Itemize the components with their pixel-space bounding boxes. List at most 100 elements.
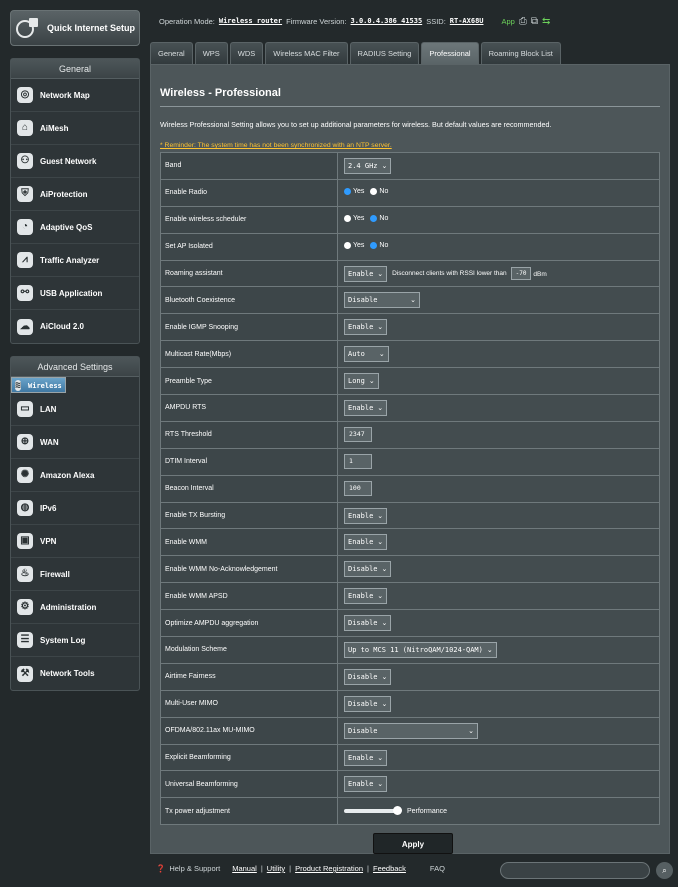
tx-bursting-select[interactable]: Enable ⌄ bbox=[344, 507, 388, 524]
bt-coexistence-select[interactable]: Disable ⌄ bbox=[344, 292, 420, 309]
sidebar-item-traffic-analyzer[interactable]: ⩘ Traffic Analyzer bbox=[11, 244, 139, 277]
footer-separator: | bbox=[367, 864, 369, 873]
ipv6-icon: ◍ bbox=[17, 500, 33, 516]
chevron-down-icon: ⌄ bbox=[381, 699, 388, 708]
chevron-down-icon: ⌄ bbox=[377, 538, 384, 547]
tab-general[interactable]: General bbox=[150, 42, 193, 64]
tab-wps[interactable]: WPS bbox=[194, 42, 228, 64]
beacon-input[interactable]: 100 bbox=[344, 481, 372, 497]
ofdma-label: OFDMA/802.11ax MU-MIMO bbox=[160, 716, 338, 745]
tab-roaming-block-list[interactable]: Roaming Block List bbox=[480, 42, 561, 64]
general-menu: General ◎ Network Map ⌂ AiMesh ⚇ Guest Netw… bbox=[10, 58, 140, 344]
sidebar-item-aimesh[interactable]: ⌂ AiMesh bbox=[11, 112, 139, 145]
sidebar-item-lan[interactable]: ▭ LAN bbox=[11, 393, 139, 426]
page-description: Wireless Professional Setting allows you… bbox=[160, 120, 552, 129]
beacon-label: Beacon Interval bbox=[160, 474, 338, 503]
usb-status-icon[interactable]: ⧉ bbox=[531, 16, 538, 27]
universal-beamforming-label: Universal Beamforming bbox=[160, 770, 338, 799]
roaming-assistant-label: Roaming assistant bbox=[160, 259, 338, 288]
dtim-label: DTIM Interval bbox=[160, 447, 338, 476]
wireless-scheduler-no[interactable]: No bbox=[370, 215, 388, 223]
sidebar-item-vpn[interactable]: ▣ VPN bbox=[11, 525, 139, 558]
title-divider bbox=[160, 106, 660, 107]
universal-beamforming-select[interactable]: Enable ⌄ bbox=[344, 776, 388, 793]
search-icon[interactable]: ⌕ bbox=[656, 862, 673, 879]
modulation-label: Modulation Scheme bbox=[160, 636, 338, 664]
slider-handle[interactable] bbox=[393, 805, 402, 815]
ssid-link[interactable]: RT-AX68U bbox=[450, 17, 484, 25]
sidebar-item-administration[interactable]: ⚙ Administration bbox=[11, 591, 139, 624]
ampdu-rts-select[interactable]: Enable ⌄ bbox=[344, 399, 388, 416]
mu-mimo-select[interactable]: Disable ⌄ bbox=[344, 695, 392, 712]
chevron-down-icon: ⌄ bbox=[410, 296, 416, 305]
manual-link[interactable]: Manual bbox=[232, 864, 257, 873]
dtim-input[interactable]: 1 bbox=[344, 454, 372, 470]
sidebar-item-ipv6[interactable]: ◍ IPv6 bbox=[11, 492, 139, 525]
sidebar-item-system-log[interactable]: ☰ System Log bbox=[11, 624, 139, 657]
ofdma-select[interactable]: Disable ⌄ bbox=[344, 722, 478, 739]
enable-radio-no[interactable]: No bbox=[370, 188, 388, 196]
sidebar-item-adaptive-qos[interactable]: ◔ Adaptive QoS bbox=[11, 211, 139, 244]
tab-professional[interactable]: Professional bbox=[421, 42, 479, 64]
network-status-icon[interactable]: ⇆ bbox=[542, 16, 550, 27]
table-row: Enable WMM No-Acknowledgement Disable ⌄ bbox=[160, 555, 660, 584]
wireless-scheduler-label: Enable wireless scheduler bbox=[160, 205, 338, 234]
sidebar-item-usb-application[interactable]: ⚯ USB Application bbox=[11, 277, 139, 310]
utility-link[interactable]: Utility bbox=[267, 864, 285, 873]
firmware-link[interactable]: 3.0.0.4.386_41535 bbox=[351, 17, 423, 25]
bt-coexistence-label: Bluetooth Coexistence bbox=[160, 286, 338, 315]
operation-mode-link[interactable]: Wireless router bbox=[219, 17, 282, 25]
tab-wireless-mac-filter[interactable]: Wireless MAC Filter bbox=[265, 42, 348, 64]
sidebar-item-label: Traffic Analyzer bbox=[40, 255, 100, 265]
wireless-scheduler-yes[interactable]: Yes bbox=[344, 215, 364, 223]
ap-isolated-no[interactable]: No bbox=[370, 242, 388, 250]
tab-radius-setting[interactable]: RADIUS Setting bbox=[349, 42, 420, 64]
explicit-beamforming-select[interactable]: Enable ⌄ bbox=[344, 749, 388, 766]
printer-icon[interactable]: ⎙ bbox=[519, 16, 527, 27]
quick-internet-setup-button[interactable]: Quick Internet Setup bbox=[10, 10, 140, 46]
bt-value: Disable bbox=[348, 296, 378, 305]
sidebar-item-aiprotection[interactable]: ⛨ AiProtection bbox=[11, 178, 139, 211]
table-row: Multicast Rate(Mbps) Auto ⌄ bbox=[160, 340, 660, 369]
wmm-apsd-select[interactable]: Enable ⌄ bbox=[344, 588, 388, 605]
tx-power-slider[interactable] bbox=[344, 805, 402, 815]
sidebar-item-network-tools[interactable]: ⚒ Network Tools bbox=[11, 657, 139, 690]
sidebar-item-firewall[interactable]: ♨ Firewall bbox=[11, 558, 139, 591]
igmp-snooping-select[interactable]: Enable ⌄ bbox=[344, 319, 388, 336]
preamble-select[interactable]: Long ⌄ bbox=[344, 373, 379, 390]
multicast-value: Auto bbox=[348, 350, 365, 359]
faq-search-input[interactable] bbox=[500, 862, 650, 879]
rssi-input[interactable]: -70 bbox=[510, 267, 532, 280]
wmm-apsd-value: Enable bbox=[348, 592, 374, 601]
ntp-reminder: * Reminder: The system time has not been… bbox=[160, 142, 392, 149]
app-link[interactable]: App bbox=[502, 17, 515, 26]
wmm-select[interactable]: Enable ⌄ bbox=[344, 534, 388, 551]
tx-bursting-value: Enable bbox=[348, 511, 374, 520]
airtime-fairness-select[interactable]: Disable ⌄ bbox=[344, 668, 392, 685]
sidebar-item-guest-network[interactable]: ⚇ Guest Network bbox=[11, 145, 139, 178]
quick-setup-label: Quick Internet Setup bbox=[47, 23, 136, 33]
sidebar-item-network-map[interactable]: ◎ Network Map bbox=[11, 79, 139, 112]
help-support-link[interactable]: Help & Support bbox=[169, 864, 220, 873]
enable-radio-yes[interactable]: Yes bbox=[344, 188, 364, 196]
sidebar-item-amazon-alexa[interactable]: ✺ Amazon Alexa bbox=[11, 459, 139, 492]
wmm-noack-select[interactable]: Disable ⌄ bbox=[344, 561, 392, 578]
apply-button[interactable]: Apply bbox=[373, 833, 453, 854]
band-select[interactable]: 2.4 GHz ⌄ bbox=[344, 157, 392, 174]
tab-wds[interactable]: WDS bbox=[229, 42, 264, 64]
feedback-link[interactable]: Feedback bbox=[373, 864, 406, 873]
ap-isolated-yes[interactable]: Yes bbox=[344, 242, 364, 250]
aimesh-icon: ⌂ bbox=[17, 120, 33, 136]
modulation-select[interactable]: Up to MCS 11 (NitroQAM/1024-QAM) ⌄ bbox=[344, 641, 497, 658]
sidebar-item-label: IPv6 bbox=[40, 503, 57, 513]
multicast-rate-select[interactable]: Auto ⌄ bbox=[344, 346, 389, 363]
sidebar-item-wireless[interactable]: ≋ Wireless bbox=[11, 377, 66, 393]
rts-threshold-input[interactable]: 2347 bbox=[344, 427, 372, 443]
footer-separator: | bbox=[260, 864, 263, 873]
sidebar-item-wan[interactable]: ⊕ WAN bbox=[11, 426, 139, 459]
product-registration-link[interactable]: Product Registration bbox=[295, 864, 363, 873]
table-row: Bluetooth Coexistence Disable ⌄ bbox=[160, 286, 660, 315]
ampdu-aggregation-select[interactable]: Disable ⌄ bbox=[344, 615, 392, 632]
roaming-assistant-select[interactable]: Enable ⌄ bbox=[344, 265, 388, 282]
sidebar-item-aicloud[interactable]: ☁ AiCloud 2.0 bbox=[11, 310, 139, 343]
